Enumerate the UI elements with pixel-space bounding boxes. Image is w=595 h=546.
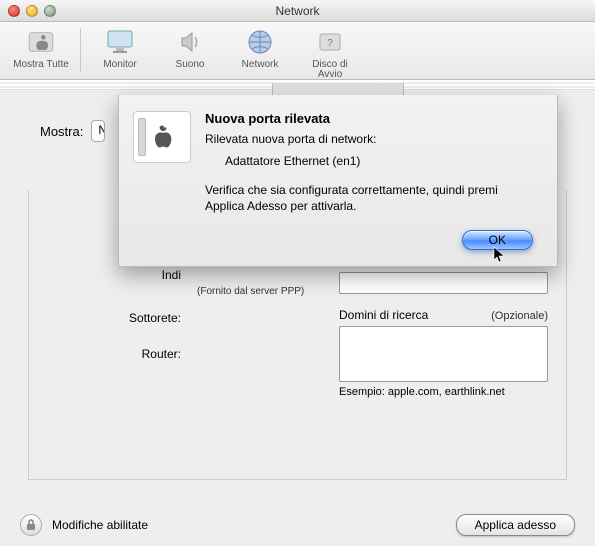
window-title: Network: [0, 4, 595, 18]
apply-now-button[interactable]: Applica adesso: [456, 514, 575, 536]
toolbar-label: Suono: [176, 60, 205, 70]
toolbar-label: Network: [242, 60, 279, 70]
preferences-toolbar: Mostra Tutte Monitor Suono Network ?: [0, 22, 595, 80]
subnet-label: Sottorete:: [49, 311, 189, 325]
lock-status-text: Modifiche abilitate: [52, 518, 148, 532]
optional-label: (Opzionale): [491, 310, 548, 322]
example-text: Esempio: apple.com, earthlink.net: [339, 386, 548, 398]
network-button[interactable]: Network: [229, 26, 291, 80]
ppp-hint: (Fornito dal server PPP): [197, 286, 359, 297]
lock-button[interactable]: [20, 514, 42, 536]
dialog-port-name: Adattatore Ethernet (en1): [225, 154, 537, 168]
globe-icon: [242, 26, 278, 58]
startup-disk-button[interactable]: ? Disco di Avvio: [299, 26, 361, 80]
ok-button[interactable]: OK: [462, 230, 533, 250]
system-prefs-icon: [133, 111, 191, 163]
prefpane-footer: Modifiche abilitate Applica adesso: [20, 514, 575, 536]
disk-icon: ?: [312, 26, 348, 58]
lock-icon: [25, 519, 37, 531]
speaker-icon: [172, 26, 208, 58]
monitor-icon: [102, 26, 138, 58]
router-label: Router:: [49, 347, 189, 361]
sheet-attachment: [118, 83, 558, 95]
dialog-verify-text: Verifica che sia configurata correttamen…: [205, 182, 537, 214]
toolbar-label: Monitor: [103, 60, 136, 70]
sound-button[interactable]: Suono: [159, 26, 221, 80]
show-label: Mostra:: [40, 124, 83, 139]
monitor-button[interactable]: Monitor: [89, 26, 151, 80]
window-titlebar: Network: [0, 0, 595, 22]
dialog-message: Rilevata nuova porta di network:: [205, 132, 537, 146]
partial-label-indi: Indi: [49, 268, 189, 282]
show-popup[interactable]: N: [91, 120, 105, 142]
search-domains-field[interactable]: [339, 326, 548, 382]
text-field[interactable]: [339, 272, 548, 294]
toolbar-label: Disco di Avvio: [299, 60, 361, 80]
apple-logo-icon: [23, 26, 59, 58]
toolbar-label: Mostra Tutte: [13, 60, 69, 70]
dialog-title: Nuova porta rilevata: [205, 111, 537, 126]
new-port-dialog: Nuova porta rilevata Rilevata nuova port…: [118, 95, 558, 267]
toolbar-separator: [80, 28, 81, 72]
search-domains-label: Domini di ricerca: [339, 308, 428, 322]
svg-text:?: ?: [327, 38, 333, 49]
show-all-button[interactable]: Mostra Tutte: [10, 26, 72, 70]
